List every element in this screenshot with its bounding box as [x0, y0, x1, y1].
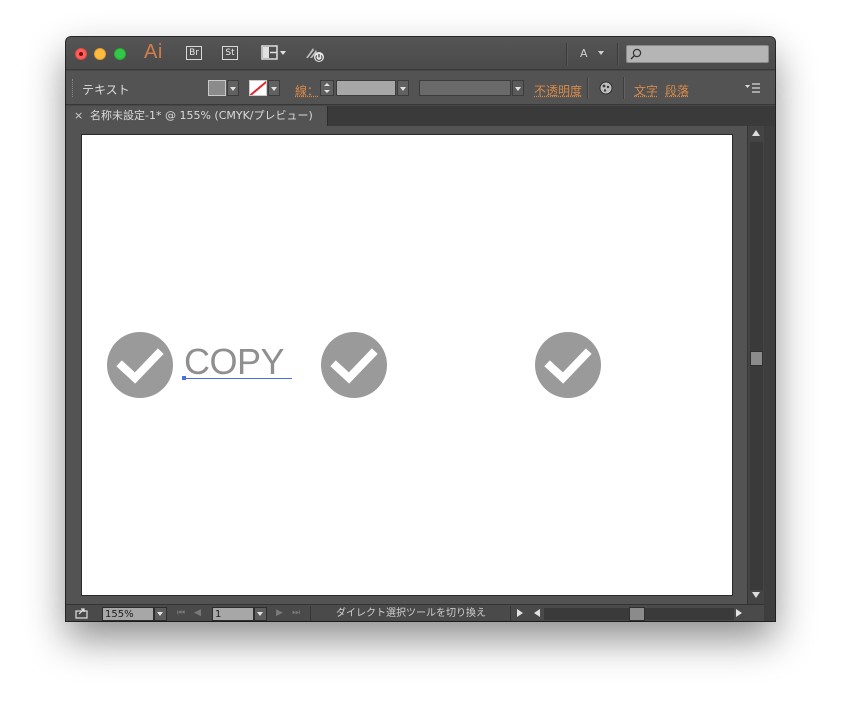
control-separator	[587, 77, 588, 99]
fill-color-swatch[interactable]	[208, 80, 226, 96]
zoom-window-button[interactable]	[114, 48, 126, 60]
recolor-artwork-icon[interactable]	[599, 81, 613, 95]
window-right-edge	[764, 126, 775, 621]
text-baseline-selection	[184, 378, 292, 379]
search-input[interactable]	[643, 46, 767, 62]
title-bar: Ai Br St A	[66, 37, 775, 70]
status-message[interactable]: ダイレクト選択ツールを切り換え	[336, 607, 486, 620]
vertical-scrollbar[interactable]	[747, 126, 764, 604]
last-artboard-icon[interactable]: ⏭	[292, 607, 300, 620]
document-tab-title: 名称未設定-1* @ 155% (CMYK/プレビュー)	[90, 109, 313, 122]
close-tab-icon[interactable]: ×	[74, 106, 83, 126]
app-logo: Ai	[144, 41, 163, 63]
copy-text-object[interactable]: COPY	[184, 344, 285, 380]
panel-menu-icon[interactable]	[745, 82, 761, 94]
workspace-switcher[interactable]: A	[580, 47, 588, 60]
document-tab[interactable]: × 名称未設定-1* @ 155% (CMYK/プレビュー)	[66, 106, 328, 126]
stroke-panel-link[interactable]: 線：	[295, 82, 319, 99]
character-panel-link[interactable]: 文字	[634, 82, 658, 99]
scroll-left-arrow-icon[interactable]	[534, 609, 540, 617]
paragraph-panel-link[interactable]: 段落	[665, 82, 689, 99]
artboard[interactable]: COPY	[81, 134, 733, 596]
workspace-caret-icon[interactable]	[598, 51, 604, 55]
stock-button[interactable]: St	[222, 46, 238, 60]
status-separator	[310, 606, 311, 621]
stroke-color-swatch[interactable]	[249, 80, 267, 96]
control-separator	[623, 77, 624, 99]
stroke-weight-stepper[interactable]	[320, 80, 334, 96]
help-search-box[interactable]	[626, 45, 769, 63]
arrange-documents-icon[interactable]	[261, 45, 287, 61]
minimize-window-button[interactable]	[94, 48, 106, 60]
stroke-weight-dropdown[interactable]	[397, 80, 409, 96]
scroll-down-arrow-icon[interactable]	[752, 592, 760, 598]
selection-type-label: テキスト	[82, 83, 130, 97]
vertical-scroll-track[interactable]	[750, 142, 763, 590]
scroll-right-arrow-icon[interactable]	[736, 609, 742, 617]
status-separator	[510, 606, 511, 621]
opacity-panel-link[interactable]: 不透明度	[534, 82, 582, 99]
control-bar-grip[interactable]	[72, 79, 74, 97]
checkmark-circle-icon[interactable]	[107, 332, 173, 398]
title-separator	[617, 43, 618, 65]
close-window-button[interactable]	[75, 48, 87, 60]
zoom-level-field[interactable]: 155%	[102, 607, 154, 621]
zoom-dropdown-button[interactable]	[154, 607, 167, 621]
variable-width-profile-field[interactable]	[419, 80, 511, 96]
variable-width-dropdown[interactable]	[512, 80, 524, 96]
previous-artboard-icon[interactable]: ◀	[194, 607, 201, 620]
artboard-number-field[interactable]: 1	[212, 607, 254, 621]
next-artboard-icon[interactable]: ▶	[276, 607, 283, 620]
stroke-weight-field[interactable]	[336, 80, 396, 96]
fill-dropdown-button[interactable]	[227, 80, 239, 96]
bridge-button[interactable]: Br	[186, 46, 202, 60]
checkmark-circle-icon[interactable]	[535, 332, 601, 398]
control-bar: テキスト 線： 不透明度 文字 段落	[66, 71, 775, 105]
document-tab-bar: × 名称未設定-1* @ 155% (CMYK/プレビュー)	[66, 106, 775, 126]
illustrator-window: Ai Br St A テキスト 線： 不透明度 文字 段落 × 名称未設定-1*…	[66, 37, 775, 621]
stroke-dropdown-button[interactable]	[268, 80, 280, 96]
search-icon	[630, 48, 642, 60]
status-bar: 155% ⏮ ◀ 1 ▶ ⏭ ダイレクト選択ツールを切り換え	[66, 604, 764, 621]
vertical-scroll-thumb[interactable]	[750, 351, 763, 366]
document-canvas[interactable]: COPY	[66, 126, 747, 604]
text-anchor-point[interactable]	[182, 376, 186, 380]
title-separator	[566, 43, 567, 65]
first-artboard-icon[interactable]: ⏮	[177, 607, 185, 620]
share-icon[interactable]	[75, 607, 88, 619]
checkmark-circle-icon[interactable]	[321, 332, 387, 398]
status-menu-arrow-icon[interactable]	[517, 609, 523, 617]
horizontal-scroll-thumb[interactable]	[629, 607, 645, 621]
sync-settings-icon[interactable]	[304, 44, 326, 64]
artboard-dropdown-button[interactable]	[254, 607, 267, 621]
scroll-up-arrow-icon[interactable]	[752, 130, 760, 136]
